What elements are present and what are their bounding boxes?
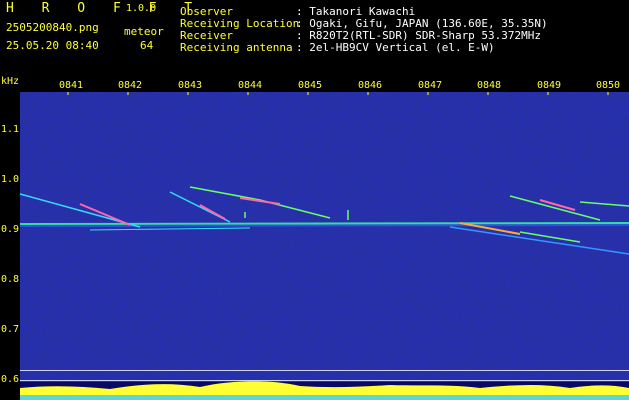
header-panel: H R O F F T 1.0.0 2505200840.png 25.05.2… (0, 0, 629, 78)
x-tick: 0844 (238, 80, 263, 91)
capture-filename: 2505200840.png (6, 21, 99, 34)
x-tick: 0841 (59, 80, 84, 91)
x-tick: 0848 (477, 80, 502, 91)
spectrogram (20, 92, 629, 400)
carrier-trace-halo (20, 224, 629, 227)
x-tick: 0849 (537, 80, 562, 91)
reference-line-lower (20, 380, 629, 381)
x-tick: 0843 (178, 80, 203, 91)
y-tick: 1.1 (1, 124, 20, 135)
antenna-label: Receiving antenna (180, 41, 293, 54)
capture-datetime: 25.05.20 08:40 (6, 39, 99, 52)
x-tick: 0842 (118, 80, 143, 91)
y-tick: 0.7 (1, 324, 20, 335)
reference-line-upper (20, 370, 629, 371)
y-tick: 0.9 (1, 224, 20, 235)
app-version: 1.0.0 (126, 3, 157, 14)
x-tick: 0850 (596, 80, 621, 91)
x-tick: 0846 (358, 80, 383, 91)
power-strip-base (20, 395, 629, 400)
y-tick: 0.8 (1, 274, 20, 285)
y-tick: 1.0 (1, 174, 20, 185)
y-tick: 0.6 (1, 374, 20, 385)
meteor-count: 64 (140, 39, 154, 52)
mode-label: meteor (124, 25, 164, 38)
x-tick: 0845 (298, 80, 323, 91)
y-unit-label: kHz (1, 76, 20, 87)
antenna-value: : 2el-HB9CV Vertical (el. E-W) (296, 41, 495, 54)
noise-layer (20, 92, 629, 400)
app-logo: H R O F F T (6, 1, 203, 16)
x-tick: 0847 (418, 80, 443, 91)
carrier-trace (20, 222, 629, 225)
